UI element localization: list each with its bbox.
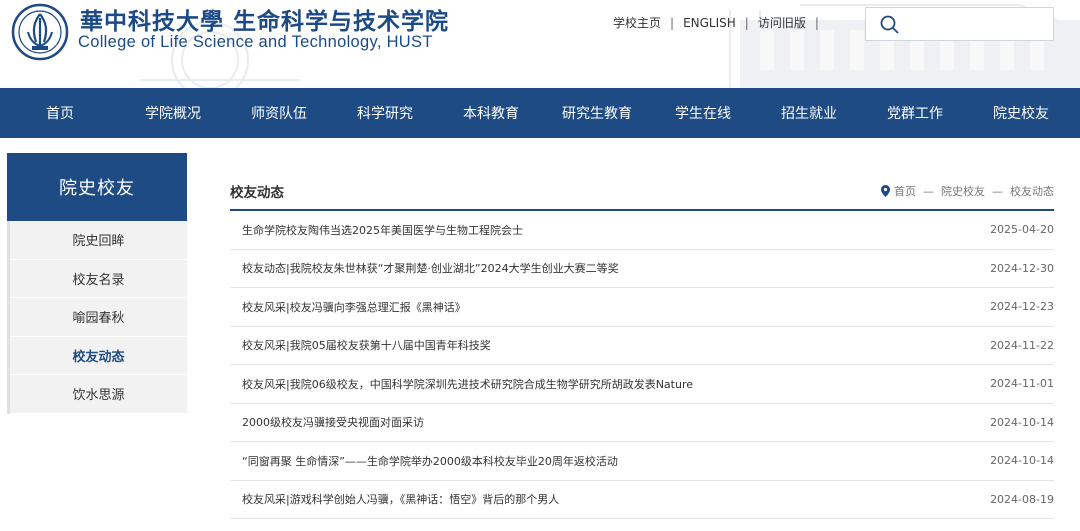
- breadcrumb-home[interactable]: 首页: [894, 183, 916, 199]
- nav-about[interactable]: 学院概况: [120, 103, 226, 123]
- news-date: 2024-10-14: [990, 454, 1054, 468]
- site-title-cn: 華中科技大學 生命科学与技术学院: [80, 8, 450, 35]
- news-title[interactable]: 校友风采|我院05届校友获第十八届中国青年科技奖: [242, 337, 491, 353]
- sidebar-item-yuyuan[interactable]: 喻园春秋: [10, 298, 187, 337]
- top-links: 学校主页 | ENGLISH | 访问旧版 |: [604, 14, 819, 31]
- news-title[interactable]: 2000级校友冯骥接受央视面对面采访: [242, 414, 424, 430]
- news-list: 生命学院校友陶伟当选2025年美国医学与生物工程院会士 2025-04-20 校…: [230, 211, 1054, 519]
- breadcrumb: 首页 — 院史校友 — 校友动态: [881, 183, 1054, 199]
- sidebar-item-alumni-news[interactable]: 校友动态: [10, 337, 187, 375]
- breadcrumb-separator: —: [992, 184, 1003, 198]
- nav-alumni[interactable]: 院史校友: [968, 103, 1074, 123]
- sidebar-item-history[interactable]: 院史回眸: [10, 221, 187, 260]
- location-pin-icon: [881, 185, 890, 197]
- nav-research[interactable]: 科学研究: [332, 103, 438, 123]
- list-item[interactable]: “同窗再聚 生命情深”——生命学院举办2000级本科校友毕业20周年返校活动 2…: [230, 442, 1054, 481]
- hust-logo[interactable]: [6, 2, 74, 62]
- news-title[interactable]: 校友风采|校友冯骥向李强总理汇报《黑神话》: [242, 299, 466, 315]
- sidebar-title: 院史校友: [7, 153, 187, 221]
- page-title: 校友动态: [230, 185, 284, 201]
- news-date: 2024-10-14: [990, 415, 1054, 429]
- nav-faculty[interactable]: 师资队伍: [226, 103, 332, 123]
- news-date: 2024-12-30: [990, 261, 1054, 275]
- list-item[interactable]: 校友风采|校友冯骥向李强总理汇报《黑神话》 2024-12-23: [230, 288, 1054, 327]
- search-input[interactable]: [910, 13, 1048, 35]
- school-home-link[interactable]: 学校主页: [604, 14, 670, 31]
- nav-graduate[interactable]: 研究生教育: [544, 103, 650, 123]
- list-item[interactable]: 2000级校友冯骥接受央视面对面采访 2024-10-14: [230, 404, 1054, 442]
- nav-admissions[interactable]: 招生就业: [756, 103, 862, 123]
- nav-students[interactable]: 学生在线: [650, 103, 756, 123]
- sidebar-item-gratitude[interactable]: 饮水思源: [10, 375, 187, 414]
- news-title[interactable]: “同窗再聚 生命情深”——生命学院举办2000级本科校友毕业20周年返校活动: [242, 453, 618, 469]
- site-header: 華中科技大學 生命科学与技术学院 College of Life Science…: [0, 0, 1080, 88]
- news-title[interactable]: 校友风采|游戏科学创始人冯骥，《黑神话：悟空》背后的那个男人: [242, 491, 559, 507]
- list-item[interactable]: 生命学院校友陶伟当选2025年美国医学与生物工程院会士 2025-04-20: [230, 211, 1054, 250]
- sidebar: 院史校友 院史回眸 校友名录 喻园春秋 校友动态 饮水思源: [7, 153, 187, 414]
- nav-home[interactable]: 首页: [0, 103, 120, 123]
- list-item[interactable]: 校友风采|游戏科学创始人冯骥，《黑神话：悟空》背后的那个男人 2024-08-1…: [230, 481, 1054, 519]
- list-item[interactable]: 校友风采|我院05届校友获第十八届中国青年科技奖 2024-11-22: [230, 327, 1054, 365]
- list-item[interactable]: 校友动态|我院校友朱世林获“才聚荆楚·创业湖北”2024大学生创业大赛二等奖 2…: [230, 250, 1054, 288]
- main-content: 校友动态 首页 — 院史校友 — 校友动态 生命学院校友陶伟当选2025年美国医…: [230, 175, 1054, 519]
- english-link[interactable]: ENGLISH: [674, 16, 745, 30]
- news-title[interactable]: 校友动态|我院校友朱世林获“才聚荆楚·创业湖北”2024大学生创业大赛二等奖: [242, 260, 619, 276]
- site-title-en: College of Life Science and Technology, …: [78, 33, 433, 51]
- news-title[interactable]: 生命学院校友陶伟当选2025年美国医学与生物工程院会士: [242, 222, 523, 238]
- news-date: 2024-12-23: [990, 300, 1054, 314]
- main-nav: 首页 学院概况 师资队伍 科学研究 本科教育 研究生教育 学生在线 招生就业 党…: [0, 88, 1080, 138]
- sidebar-item-alumni-directory[interactable]: 校友名录: [10, 260, 187, 298]
- breadcrumb-separator: —: [923, 184, 934, 198]
- search-box: [865, 7, 1054, 41]
- news-date: 2025-04-20: [990, 223, 1054, 237]
- breadcrumb-section[interactable]: 院史校友: [941, 183, 985, 199]
- nav-party[interactable]: 党群工作: [862, 103, 968, 123]
- divider: |: [814, 15, 819, 30]
- news-date: 2024-08-19: [990, 492, 1054, 506]
- content-header: 校友动态 首页 — 院史校友 — 校友动态: [230, 175, 1054, 211]
- breadcrumb-current[interactable]: 校友动态: [1010, 183, 1054, 199]
- nav-undergraduate[interactable]: 本科教育: [438, 103, 544, 123]
- news-date: 2024-11-22: [990, 338, 1054, 352]
- search-icon[interactable]: [880, 15, 900, 35]
- old-version-link[interactable]: 访问旧版: [749, 14, 815, 31]
- news-title[interactable]: 校友风采|我院06级校友，中国科学院深圳先进技术研究院合成生物学研究所胡政发表N…: [242, 376, 693, 392]
- news-date: 2024-11-01: [990, 377, 1054, 391]
- sidebar-menu: 院史回眸 校友名录 喻园春秋 校友动态 饮水思源: [7, 221, 187, 414]
- list-item[interactable]: 校友风采|我院06级校友，中国科学院深圳先进技术研究院合成生物学研究所胡政发表N…: [230, 365, 1054, 404]
